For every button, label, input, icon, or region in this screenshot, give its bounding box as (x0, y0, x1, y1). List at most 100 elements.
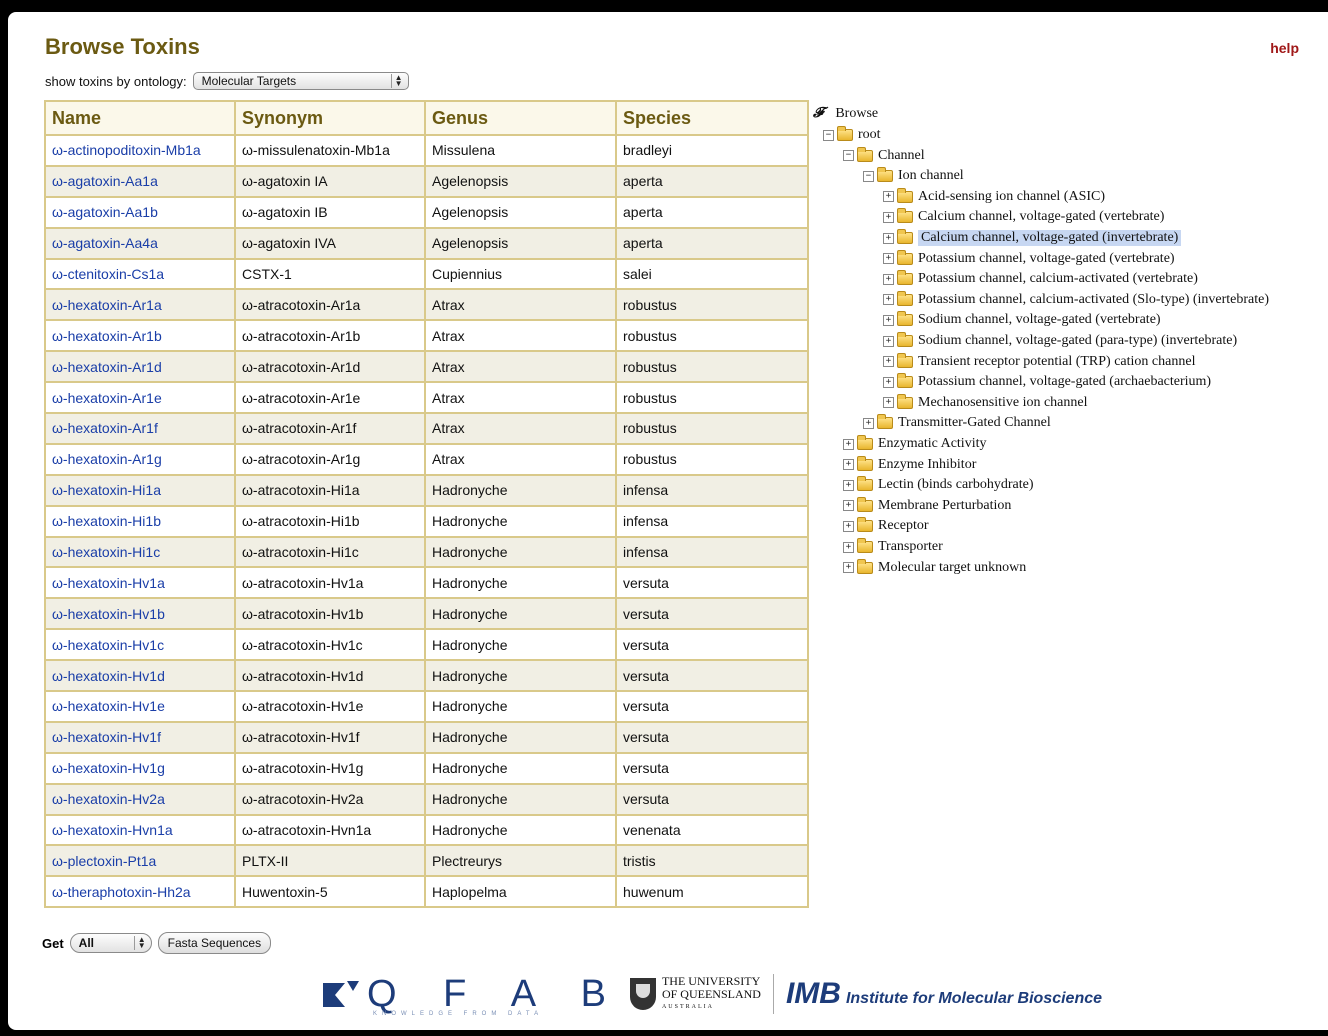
toxin-name-link[interactable]: ω-hexatoxin-Ar1a (52, 297, 162, 313)
tree-node[interactable]: + Sodium channel, voltage-gated (para-typ… (883, 331, 1237, 351)
toxin-name-link[interactable]: ω-hexatoxin-Hv2a (52, 791, 165, 807)
toxin-name-link[interactable]: ω-hexatoxin-Hv1a (52, 575, 165, 591)
tree-node-label[interactable]: Mechanosensitive ion channel (918, 395, 1088, 411)
toxin-name-link[interactable]: ω-hexatoxin-Hv1f (52, 729, 161, 745)
toxin-name-link[interactable]: ω-hexatoxin-Ar1e (52, 390, 162, 406)
toxin-name-link[interactable]: ω-hexatoxin-Ar1b (52, 328, 162, 344)
column-header-species[interactable]: Species (615, 100, 809, 136)
tree-node[interactable]: + Potassium channel, voltage-gated (archa… (883, 372, 1211, 392)
tree-node[interactable]: + Transporter (843, 537, 943, 557)
expand-icon[interactable]: + (863, 417, 874, 429)
tree-node[interactable]: + Sodium channel, voltage-gated (vertebra… (883, 310, 1161, 330)
tree-node-label[interactable]: Calcium channel, voltage-gated (vertebra… (918, 209, 1164, 225)
tree-node[interactable]: + Potassium channel, calcium-activated (v… (883, 269, 1198, 289)
tree-node-label[interactable]: Lectin (binds carbohydrate) (878, 477, 1034, 493)
tree-node-label[interactable]: root (858, 127, 881, 143)
expand-icon[interactable]: + (883, 191, 894, 203)
tree-node[interactable]: + Transmitter-Gated Channel (863, 413, 1051, 433)
expand-icon[interactable]: + (883, 211, 894, 223)
expand-icon[interactable]: + (883, 253, 894, 265)
tree-node[interactable]: + Calcium channel, voltage-gated (vertebr… (883, 207, 1164, 227)
tree-node-label[interactable]: Channel (878, 148, 925, 164)
tree-node-label[interactable]: Potassium channel, voltage-gated (archae… (918, 374, 1211, 390)
toxin-name-link[interactable]: ω-agatoxin-Aa4a (52, 235, 158, 251)
tree-node-label[interactable]: Sodium channel, voltage-gated (vertebrat… (918, 312, 1161, 328)
expand-icon[interactable]: + (843, 562, 854, 574)
tree-node[interactable]: + Enzyme Inhibitor (843, 455, 976, 475)
toxin-name-link[interactable]: ω-ctenitoxin-Cs1a (52, 266, 164, 282)
toxin-name-link[interactable]: ω-hexatoxin-Ar1d (52, 359, 162, 375)
toxin-name-link[interactable]: ω-plectoxin-Pt1a (52, 853, 156, 869)
tree-node[interactable]: + Molecular target unknown (843, 558, 1026, 578)
column-header-synonym[interactable]: Synonym (234, 100, 426, 136)
toxin-name-link[interactable]: ω-hexatoxin-Hv1c (52, 637, 164, 653)
tree-node-label[interactable]: Enzyme Inhibitor (878, 457, 976, 473)
toxin-name-link[interactable]: ω-hexatoxin-Hvn1a (52, 822, 173, 838)
expand-icon[interactable]: + (883, 273, 894, 285)
tree-node[interactable]: + Potassium channel, voltage-gated (verte… (883, 249, 1175, 269)
toxin-name-link[interactable]: ω-hexatoxin-Hv1e (52, 698, 165, 714)
tree-node-label[interactable]: Transmitter-Gated Channel (898, 415, 1051, 431)
toxin-name-link[interactable]: ω-hexatoxin-Hi1a (52, 482, 161, 498)
tree-node-label[interactable]: Transporter (878, 539, 943, 555)
tree-node[interactable]: + Enzymatic Activity (843, 434, 986, 454)
fasta-sequences-button[interactable]: Fasta Sequences (157, 932, 272, 954)
expand-icon[interactable]: + (843, 541, 854, 553)
tree-node[interactable]: + Lectin (binds carbohydrate) (843, 475, 1034, 495)
tree-node[interactable]: − root (823, 125, 881, 145)
expand-icon[interactable]: + (883, 397, 894, 409)
toxin-name-link[interactable]: ω-actinopoditoxin-Mb1a (52, 142, 201, 158)
toxin-name-link[interactable]: ω-hexatoxin-Hv1b (52, 606, 165, 622)
expand-icon[interactable]: + (883, 376, 894, 388)
help-link[interactable]: help (1270, 40, 1299, 56)
expand-icon[interactable]: + (883, 294, 894, 306)
toxin-name-link[interactable]: ω-agatoxin-Aa1a (52, 173, 158, 189)
column-header-name[interactable]: Name (44, 100, 236, 136)
ontology-select[interactable]: Molecular Targets ▲ ▼ (192, 72, 409, 90)
tree-node-label[interactable]: Receptor (878, 518, 929, 534)
toxin-name-link[interactable]: ω-agatoxin-Aa1b (52, 204, 158, 220)
tree-node[interactable]: − Ion channel (863, 166, 964, 186)
browse-header[interactable]: 𝓕 Browse (813, 104, 878, 124)
tree-node[interactable]: + Calcium channel, voltage-gated (inverte… (883, 228, 1182, 248)
tree-node-label[interactable]: Ion channel (898, 168, 964, 184)
tree-node[interactable]: + Membrane Perturbation (843, 496, 1011, 516)
tree-node[interactable]: + Transient receptor potential (TRP) cati… (883, 352, 1195, 372)
qfab-logo[interactable]: Q F A B KNOWLEDGE FROM DATA (323, 975, 624, 1017)
tree-node-label[interactable]: Potassium channel, calcium-activated (Sl… (918, 292, 1269, 308)
expand-icon[interactable]: + (883, 314, 894, 326)
collapse-icon[interactable]: − (843, 150, 854, 162)
expand-icon[interactable]: + (843, 479, 854, 491)
toxin-name-link[interactable]: ω-hexatoxin-Hi1b (52, 513, 161, 529)
tree-node-label[interactable]: Molecular target unknown (878, 560, 1026, 576)
tree-node-label[interactable]: Enzymatic Activity (878, 436, 986, 452)
tree-node-label[interactable]: Acid-sensing ion channel (ASIC) (918, 189, 1105, 205)
toxin-name-link[interactable]: ω-hexatoxin-Hv1d (52, 668, 165, 684)
tree-node-label[interactable]: Membrane Perturbation (878, 498, 1011, 514)
collapse-icon[interactable]: − (823, 129, 834, 141)
column-header-genus[interactable]: Genus (424, 100, 617, 136)
collapse-icon[interactable]: − (863, 170, 874, 182)
tree-node[interactable]: + Acid-sensing ion channel (ASIC) (883, 187, 1105, 207)
tree-node-label[interactable]: Sodium channel, voltage-gated (para-type… (918, 333, 1237, 349)
tree-node[interactable]: + Potassium channel, calcium-activated (S… (883, 290, 1269, 310)
tree-node-label[interactable]: Potassium channel, calcium-activated (ve… (918, 271, 1198, 287)
toxin-name-link[interactable]: ω-hexatoxin-Ar1f (52, 420, 158, 436)
uq-logo[interactable]: THE UNIVERSITY OF QUEENSLAND AUSTRALIA (629, 974, 761, 1014)
tree-node[interactable]: + Receptor (843, 516, 929, 536)
imb-logo[interactable]: IMB Institute for Molecular Bioscience (786, 977, 1102, 1011)
tree-node-label[interactable]: Transient receptor potential (TRP) catio… (918, 354, 1195, 370)
tree-node[interactable]: − Channel (843, 146, 925, 166)
toxin-name-link[interactable]: ω-hexatoxin-Ar1g (52, 451, 162, 467)
toxin-name-link[interactable]: ω-hexatoxin-Hi1c (52, 544, 160, 560)
expand-icon[interactable]: + (883, 356, 894, 368)
expand-icon[interactable]: + (883, 232, 894, 244)
get-select[interactable]: All ▲ ▼ (69, 933, 152, 953)
tree-node-label[interactable]: Potassium channel, voltage-gated (verteb… (918, 251, 1175, 267)
tree-node-label[interactable]: Calcium channel, voltage-gated (inverteb… (918, 230, 1182, 246)
toxin-name-link[interactable]: ω-theraphotoxin-Hh2a (52, 884, 191, 900)
toxin-name-link[interactable]: ω-hexatoxin-Hv1g (52, 760, 165, 776)
expand-icon[interactable]: + (843, 438, 854, 450)
tree-node[interactable]: + Mechanosensitive ion channel (883, 393, 1088, 413)
expand-icon[interactable]: + (843, 520, 854, 532)
